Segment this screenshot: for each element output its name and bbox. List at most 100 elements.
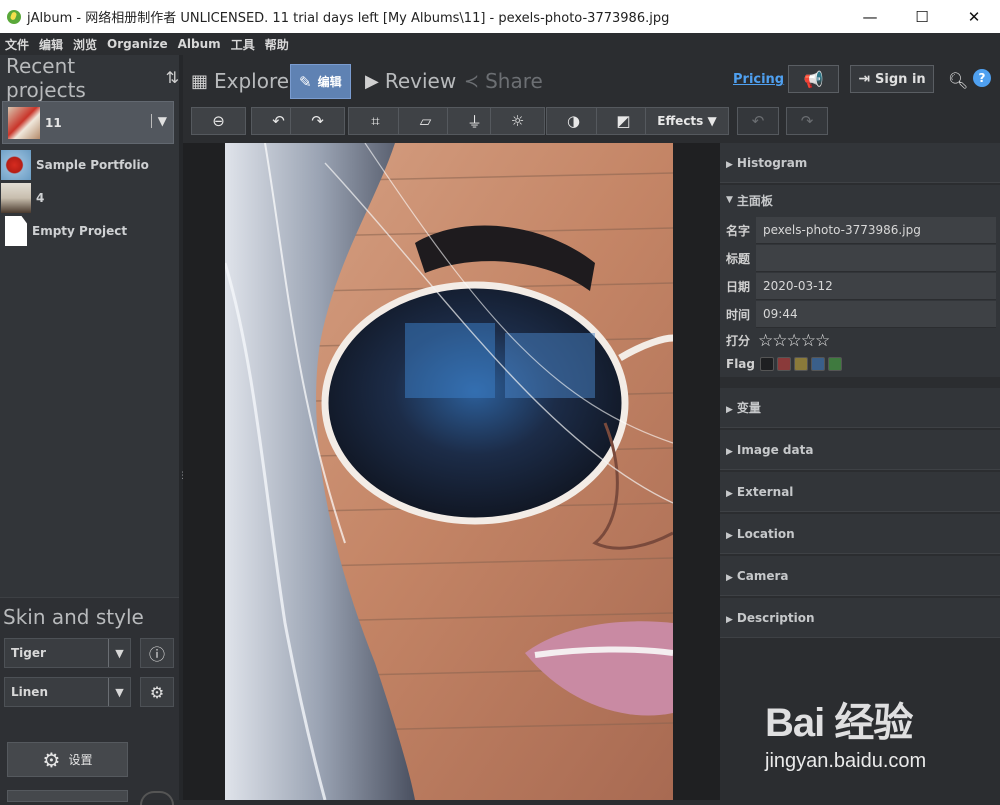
bottom-button[interactable] [7, 790, 128, 802]
section-location[interactable]: ▶ Location [720, 514, 1000, 554]
histogram-label: Histogram [736, 155, 808, 170]
style-settings-button[interactable]: ⚙ [140, 677, 174, 707]
expand-arrow-icon: ▶ [726, 614, 733, 625]
project-dropdown[interactable]: ▼ [150, 114, 167, 128]
selected-project-name: 11 [45, 115, 62, 130]
graffiti-portrait-image [225, 143, 673, 800]
project-item[interactable]: Empty Project [0, 215, 175, 247]
tab-share[interactable]: ≺ Share [464, 63, 543, 99]
menu-edit[interactable]: 编辑 [34, 36, 68, 53]
menu-tools[interactable]: 工具 [226, 36, 260, 53]
undo-button[interactable]: ↶ [737, 107, 779, 135]
watermark-logo: Bai 经验 [765, 701, 913, 745]
search-icon[interactable]: 🔍︎ [948, 71, 968, 90]
share-icon: ≺ [464, 70, 480, 92]
section-camera[interactable]: ▶ Camera [720, 556, 1000, 596]
close-button[interactable]: ✕ [948, 0, 1000, 33]
crop-icon: ⌗ [371, 112, 380, 130]
contrast-button[interactable]: ◑ [546, 107, 601, 135]
tab-edit[interactable]: ✎ 编辑 [290, 64, 351, 99]
flag-black[interactable] [760, 357, 774, 371]
remove-button[interactable]: ⊖ [191, 107, 246, 135]
skin-style-panel: Skin and style Tiger ▼ ⓘ Linen ▼ ⚙ ⚙ 设置 [0, 597, 179, 805]
section-variables[interactable]: ▶ 变量 [720, 388, 1000, 428]
contrast-icon: ◑ [566, 112, 581, 130]
exposure-button[interactable]: ◩ [596, 107, 651, 135]
project-item[interactable]: Sample Portfolio [0, 149, 175, 181]
announcements-button[interactable]: 📢 [788, 65, 839, 93]
tab-edit-label: 编辑 [317, 75, 342, 89]
menu-file[interactable]: 文件 [0, 36, 34, 53]
rating-label: 打分 [726, 333, 751, 348]
play-icon: ▶ [365, 70, 379, 92]
chevron-down-icon: ▼ [108, 639, 130, 667]
rotate-right-button[interactable]: ↷ [290, 107, 345, 135]
date-field[interactable]: 2020-03-12 [756, 272, 996, 300]
main-panel-label: 主面板 [736, 193, 773, 208]
field-label: 时间 [726, 307, 751, 322]
tab-explore[interactable]: ▦ Explore [191, 63, 289, 99]
baidu-jingyan-watermark: Bai 经验 jingyan.baidu.com [765, 690, 965, 790]
flag-green[interactable] [828, 357, 842, 371]
maximize-button[interactable]: ☐ [896, 0, 948, 33]
brightness-button[interactable]: ☼ [490, 107, 545, 135]
straighten-button[interactable]: ▱ [398, 107, 453, 135]
section-histogram[interactable]: ▶ Histogram [720, 143, 1000, 183]
project-thumbnail [8, 106, 40, 139]
window-title: jAlbum - 网络相册制作者 UNLICENSED. 11 trial da… [27, 11, 670, 26]
main-panel-header[interactable]: ▼ 主面板 [720, 185, 1000, 215]
rotate-left-icon: ↶ [272, 112, 285, 130]
chevron-down-icon: ▼ [108, 678, 130, 706]
menu-bar: 文件 编辑 浏览 Organize Album 工具 帮助 [0, 33, 1000, 55]
menu-browse[interactable]: 浏览 [68, 36, 102, 53]
bottom-round-button[interactable] [140, 791, 174, 805]
flag-blue[interactable] [811, 357, 825, 371]
project-thumbnail [1, 150, 31, 180]
flag-red[interactable] [777, 357, 791, 371]
section-label: Description [736, 610, 815, 625]
expand-arrow-icon: ▶ [726, 572, 733, 583]
flag-yellow[interactable] [794, 357, 808, 371]
effects-button[interactable]: Effects ▼ [645, 107, 729, 135]
section-external[interactable]: ▶ External [720, 472, 1000, 512]
sign-in-label: Sign in [875, 71, 926, 87]
skin-info-button[interactable]: ⓘ [140, 638, 174, 668]
minus-circle-icon: ⊖ [212, 112, 225, 130]
field-title-row: 标题 [720, 244, 1000, 272]
minimize-button[interactable]: — [844, 0, 896, 33]
undo-icon: ↶ [751, 112, 765, 130]
level-icon: ⏚ [466, 112, 482, 131]
menu-organize[interactable]: Organize [102, 37, 173, 51]
settings-button[interactable]: ⚙ 设置 [7, 742, 128, 777]
expand-arrow-icon: ▶ [726, 530, 733, 541]
skin-style-title: Skin and style [3, 605, 144, 629]
field-label: 标题 [726, 251, 751, 266]
help-icon[interactable]: ? [973, 69, 991, 87]
time-field[interactable]: 09:44 [756, 300, 996, 328]
recent-projects-title: Recent projects [6, 53, 86, 102]
section-image-data[interactable]: ▶ Image data [720, 430, 1000, 470]
star-rating[interactable]: ☆☆☆☆☆ [758, 331, 830, 351]
crop-button[interactable]: ⌗ [348, 107, 403, 135]
chevron-down-icon: ▼ [157, 114, 167, 128]
sort-icon[interactable]: ⇅ [166, 68, 179, 87]
name-field[interactable]: pexels-photo-3773986.jpg [756, 216, 996, 244]
photo[interactable] [225, 143, 673, 800]
main-info-panel: ▼ 主面板 名字 pexels-photo-3773986.jpg 标题 日期 2… [720, 185, 1000, 377]
tab-review[interactable]: ▶ Review [365, 63, 456, 99]
title-field[interactable] [756, 244, 996, 272]
field-time-row: 时间 09:44 [720, 300, 1000, 328]
project-name: Sample Portfolio [36, 158, 149, 172]
menu-album[interactable]: Album [173, 37, 226, 51]
skin-select[interactable]: Tiger ▼ [4, 638, 131, 668]
redo-button[interactable]: ↷ [786, 107, 828, 135]
redo-icon: ↷ [800, 112, 814, 130]
menu-help[interactable]: 帮助 [260, 36, 294, 53]
style-select[interactable]: Linen ▼ [4, 677, 131, 707]
sign-in-button[interactable]: ⇥ Sign in [850, 65, 934, 93]
section-description[interactable]: ▶ Description [720, 598, 1000, 638]
selected-project[interactable]: 11 ▼ [2, 101, 174, 144]
pricing-link[interactable]: Pricing [733, 72, 784, 87]
project-item[interactable]: 4 [0, 182, 175, 214]
straighten-icon: ▱ [419, 112, 432, 130]
